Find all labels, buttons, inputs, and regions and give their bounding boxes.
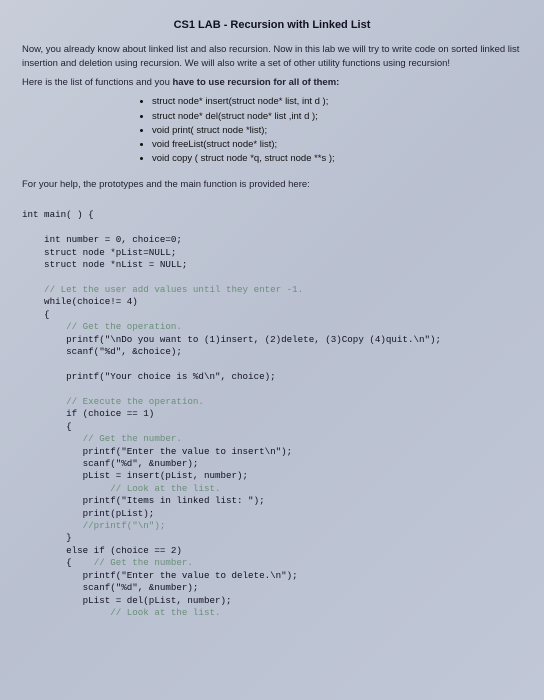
lab-document: CS1 LAB - Recursion with Linked List Now… [0, 0, 544, 619]
prototype-lead: For your help, the prototypes and the ma… [22, 178, 522, 191]
code-line: struct node *pList=NULL; [22, 247, 176, 258]
code-line: pList = del(pList, number); [22, 595, 232, 606]
code-line: printf("Items in linked list: "); [22, 495, 265, 506]
code-line: { // Get the number. [22, 557, 193, 568]
code-line: while(choice!= 4) [22, 296, 138, 307]
code-line: { [22, 421, 72, 432]
code-comment: // Get the number. [22, 433, 182, 444]
lead-plain: Here is the list of functions and you [22, 77, 173, 88]
code-comment: // Let the user add values until they en… [22, 284, 303, 295]
code-line: printf("Your choice is %d\n", choice); [22, 371, 276, 382]
code-line: printf("Enter the value to insert\n"); [22, 446, 292, 457]
lead-bold: have to use recursion for all of them: [173, 77, 340, 88]
code-line: printf("Enter the value to delete.\n"); [22, 570, 298, 581]
code-line: scanf("%d", &number); [22, 458, 198, 469]
code-comment: // Get the operation. [22, 321, 182, 332]
code-line: scanf("%d", &choice); [22, 346, 182, 357]
code-line: print(pList); [22, 508, 154, 519]
func-item-print: void print( struct node *list); [152, 124, 522, 137]
func-item-freelist: void freeList(struct node* list); [152, 138, 522, 151]
code-line: pList = insert(pList, number); [22, 470, 248, 481]
code-comment: // Execute the operation. [22, 396, 204, 407]
func-item-copy: void copy ( struct node *q, struct node … [152, 152, 522, 165]
code-line: scanf("%d", &number); [22, 582, 198, 593]
code-line: int number = 0, choice=0; [22, 234, 182, 245]
code-line: { [22, 309, 50, 320]
func-item-del: struct node* del(struct node* list ,int … [152, 110, 522, 123]
code-line: } [22, 532, 72, 543]
code-block: int main( ) { int number = 0, choice=0; … [22, 197, 522, 619]
code-comment: // Look at the list. [22, 607, 220, 618]
code-line: printf("\nDo you want to (1)insert, (2)d… [22, 334, 441, 345]
doc-title: CS1 LAB - Recursion with Linked List [22, 18, 522, 33]
intro-paragraph: Now, you already know about linked list … [22, 43, 522, 70]
code-comment: //printf("\n"); [22, 520, 165, 531]
function-list: struct node* insert(struct node* list, i… [22, 95, 522, 165]
code-line: int main( ) { [22, 209, 94, 220]
func-list-lead: Here is the list of functions and you ha… [22, 76, 522, 89]
code-line: if (choice == 1) [22, 408, 154, 419]
code-line: struct node *nList = NULL; [22, 259, 187, 270]
code-comment: // Look at the list. [22, 483, 220, 494]
func-item-insert: struct node* insert(struct node* list, i… [152, 95, 522, 108]
code-inline-comment: // Get the number. [94, 557, 193, 568]
code-line: else if (choice == 2) [22, 545, 182, 556]
